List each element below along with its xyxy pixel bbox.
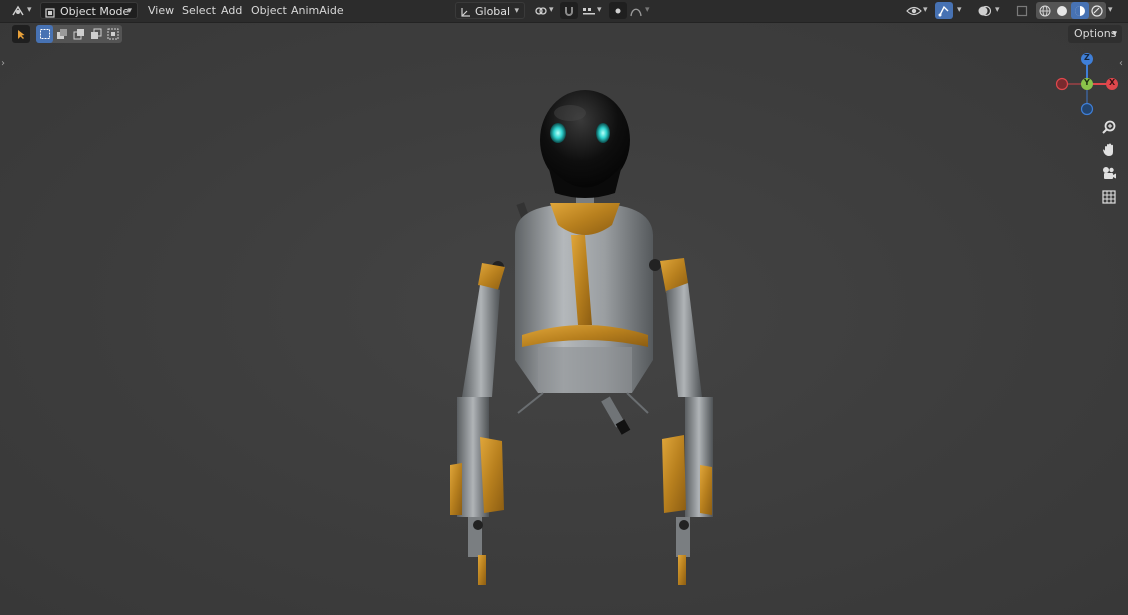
chevron-down-icon[interactable]: ▾ bbox=[1108, 2, 1113, 19]
chevron-down-icon: ▾ bbox=[1112, 29, 1117, 39]
orientation-axes-icon bbox=[460, 6, 470, 17]
material-preview-icon[interactable] bbox=[1071, 2, 1089, 19]
xray-icon[interactable] bbox=[1013, 2, 1031, 19]
chevron-down-icon[interactable]: ▾ bbox=[597, 2, 602, 19]
eye-visibility-icon[interactable] bbox=[905, 2, 923, 19]
cursor-select-icon[interactable] bbox=[12, 25, 30, 43]
object-mode-icon bbox=[45, 6, 55, 18]
falloff-curve-icon[interactable] bbox=[627, 2, 645, 19]
mode-dropdown[interactable]: Object Mode ▾ bbox=[40, 2, 138, 19]
orientation-label: Global bbox=[475, 5, 511, 18]
robot-model[interactable] bbox=[440, 85, 730, 595]
gizmo-neg-x bbox=[1055, 77, 1069, 91]
editor-type-icon[interactable] bbox=[9, 2, 27, 19]
menu-animaide[interactable]: AnimAide bbox=[291, 2, 344, 19]
select-difference-icon[interactable] bbox=[87, 25, 104, 43]
zoom-icon[interactable] bbox=[1097, 116, 1121, 138]
navigation-gizmo[interactable]: Z X Y bbox=[1052, 50, 1124, 116]
chevron-down-icon: ▾ bbox=[514, 6, 519, 16]
select-extend-icon[interactable] bbox=[53, 25, 70, 43]
pivot-link-icon[interactable] bbox=[532, 2, 550, 19]
menu-view[interactable]: View bbox=[148, 2, 174, 19]
gizmo-z-label: Z bbox=[1084, 53, 1090, 62]
chevron-down-icon: ▾ bbox=[127, 6, 132, 16]
menu-add[interactable]: Add bbox=[221, 2, 242, 19]
solid-icon[interactable] bbox=[1054, 2, 1072, 19]
grid-ortho-icon[interactable] bbox=[1097, 186, 1121, 208]
overlays-icon[interactable] bbox=[975, 2, 993, 19]
viewport-header: ▾ Object Mode ▾ View Select Add Object A… bbox=[0, 0, 1128, 23]
toolbar-expand-icon[interactable]: › bbox=[1, 58, 5, 69]
menu-select[interactable]: Select bbox=[182, 2, 216, 19]
gizmo-y-label: Y bbox=[1084, 78, 1090, 87]
shading-mode-group bbox=[1036, 2, 1106, 19]
select-intersect-icon[interactable] bbox=[104, 25, 121, 43]
pan-hand-icon[interactable] bbox=[1097, 139, 1121, 161]
camera-icon[interactable] bbox=[1097, 162, 1121, 184]
chevron-down-icon[interactable]: ▾ bbox=[923, 2, 928, 19]
chevron-down-icon[interactable]: ▾ bbox=[27, 2, 32, 19]
transform-orientation-dropdown[interactable]: Global ▾ bbox=[455, 2, 525, 19]
selection-mode-group bbox=[36, 25, 122, 43]
gizmo-icon[interactable] bbox=[935, 2, 953, 19]
chevron-down-icon[interactable]: ▾ bbox=[957, 2, 962, 19]
gizmo-neg-z bbox=[1080, 102, 1094, 116]
chevron-down-icon[interactable]: ▾ bbox=[549, 2, 554, 19]
snap-increment-icon[interactable] bbox=[580, 2, 598, 19]
mode-label: Object Mode bbox=[60, 5, 130, 18]
options-label: Options bbox=[1074, 27, 1117, 40]
select-subtract-icon[interactable] bbox=[70, 25, 87, 43]
select-new-icon[interactable] bbox=[36, 25, 53, 43]
chevron-down-icon[interactable]: ▾ bbox=[645, 2, 650, 19]
gizmo-x-label: X bbox=[1109, 78, 1116, 87]
wireframe-icon[interactable] bbox=[1036, 2, 1054, 19]
menu-object[interactable]: Object bbox=[251, 2, 287, 19]
rendered-icon[interactable] bbox=[1089, 2, 1107, 19]
options-dropdown[interactable]: Options ▾ bbox=[1068, 25, 1122, 43]
magnet-snap-icon[interactable] bbox=[560, 2, 578, 19]
chevron-down-icon[interactable]: ▾ bbox=[995, 2, 1000, 19]
proportional-editing-icon[interactable] bbox=[609, 2, 627, 19]
